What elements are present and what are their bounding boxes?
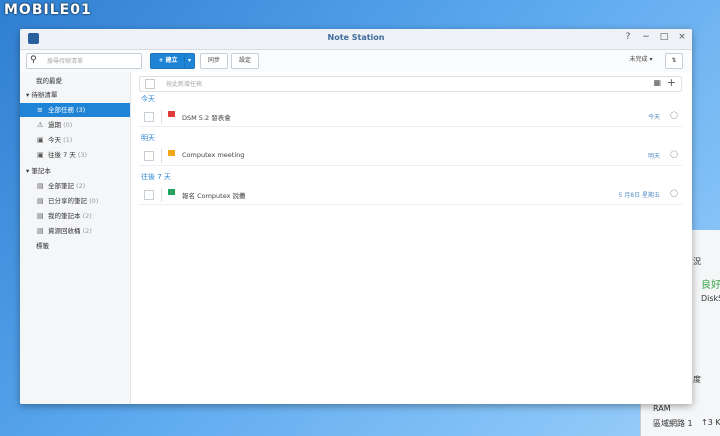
help-icon[interactable]: ?	[622, 32, 634, 42]
flag-icon	[168, 189, 175, 195]
warning-icon: ⚠	[37, 121, 44, 129]
sidebar-item-today[interactable]: ▣ 今天 (1)	[20, 133, 130, 147]
section-today: 今天	[141, 95, 155, 103]
flag-icon	[168, 111, 175, 117]
bg-panel-cpu: 度	[693, 375, 701, 384]
task-title: Computex meeting	[182, 151, 245, 159]
minimize-icon[interactable]: −	[640, 32, 652, 42]
add-icon[interactable]: +	[667, 76, 676, 89]
new-dropdown-button[interactable]: ▾	[184, 53, 195, 69]
alarm-icon[interactable]: ◯	[670, 150, 678, 158]
search-placeholder: 搜尋待辦清單	[47, 58, 84, 65]
calendar-icon: ▣	[37, 136, 44, 144]
task-list-panel: 按此新增任務 ▦ + 今天 DSM 5.2 發表會 今天 ◯ 明天 Comput…	[131, 72, 692, 404]
task-due: 5 月8日 星期五	[618, 192, 660, 199]
task-checkbox[interactable]	[144, 112, 154, 122]
task-row[interactable]: DSM 5.2 發表會 今天 ◯	[139, 108, 682, 127]
list-icon: ≡	[37, 106, 43, 114]
sidebar-item-my-notebooks[interactable]: ▤ 我的筆記本 (2)	[20, 209, 130, 223]
task-title: DSM 5.2 發表會	[182, 114, 231, 122]
sidebar-todo-header[interactable]: ▾ 待辦清單	[20, 88, 130, 102]
title-bar: Note Station ? − □ ×	[20, 29, 692, 50]
search-field[interactable]: ⚲ 搜尋待辦清單	[26, 53, 142, 69]
section-tomorrow: 明天	[141, 134, 155, 142]
maximize-icon[interactable]: □	[658, 32, 670, 42]
notes-icon: ▤	[37, 182, 44, 190]
task-checkbox[interactable]	[144, 190, 154, 200]
close-icon[interactable]: ×	[676, 32, 688, 42]
quick-add-placeholder: 按此新增任務	[166, 81, 203, 88]
alarm-icon[interactable]: ◯	[670, 111, 678, 119]
task-checkbox[interactable]	[144, 151, 154, 161]
section-next-7-days: 往後 7 天	[141, 173, 171, 181]
filter-dropdown[interactable]: 未完成 ▾	[624, 53, 658, 67]
sidebar-item-all-tasks[interactable]: ≡ 全部任務 (3)	[20, 103, 130, 117]
sync-button[interactable]: 同步	[200, 53, 228, 69]
quick-add-checkbox	[145, 79, 155, 89]
bg-panel-net: 區域網路 1	[653, 419, 693, 428]
sidebar-item-recycle-bin[interactable]: ▤ 資源回收桶 (2)	[20, 224, 130, 238]
window-title: Note Station	[327, 33, 385, 42]
bg-panel-sub: DiskS	[701, 294, 720, 303]
sidebar-item-next-7-days[interactable]: ▣ 往後 7 天 (3)	[20, 148, 130, 162]
bg-panel-speed: ↑3 K	[701, 418, 720, 427]
bg-panel-title: 況	[693, 257, 701, 266]
search-icon: ⚲	[30, 55, 37, 65]
sidebar-item-shared-notes[interactable]: ▤ 已分享的筆記 (0)	[20, 194, 130, 208]
keyboard-icon[interactable]: ▦	[653, 78, 661, 87]
notebook-icon: ▤	[37, 212, 44, 220]
bg-panel-status: 良好	[701, 280, 720, 291]
settings-button[interactable]: 設定	[231, 53, 259, 69]
toolbar: ⚲ 搜尋待辦清單 + 建立 ▾ 同步 設定 未完成 ▾ ⇅	[20, 50, 692, 73]
new-button[interactable]: + 建立	[150, 53, 186, 69]
sidebar: 我的最愛 ▾ 待辦清單 ≡ 全部任務 (3) ⚠ 過期 (0) ▣ 今天 (1)…	[20, 72, 131, 404]
watermark: MOBILE01	[4, 2, 92, 18]
flag-icon	[168, 150, 175, 156]
shared-icon: ▤	[37, 197, 44, 205]
alarm-icon[interactable]: ◯	[670, 189, 678, 197]
bg-panel-ram: RAM	[653, 404, 671, 413]
sidebar-item-overdue[interactable]: ⚠ 過期 (0)	[20, 118, 130, 132]
sidebar-notebook-header[interactable]: ▾ 筆記本	[20, 164, 130, 178]
note-station-window: Note Station ? − □ × ⚲ 搜尋待辦清單 + 建立 ▾ 同步 …	[20, 29, 692, 404]
quick-add-task[interactable]: 按此新增任務 ▦ +	[139, 76, 682, 92]
sidebar-item-tags[interactable]: 標籤	[20, 239, 130, 253]
task-row[interactable]: 報名 Computex 說攤 5 月8日 星期五 ◯	[139, 186, 682, 205]
task-due: 明天	[647, 153, 660, 160]
task-title: 報名 Computex 說攤	[182, 192, 246, 200]
task-row[interactable]: Computex meeting 明天 ◯	[139, 147, 682, 166]
sidebar-favorites[interactable]: 我的最愛	[20, 74, 130, 88]
trash-icon: ▤	[37, 227, 44, 235]
sort-icon[interactable]: ⇅	[665, 53, 683, 69]
calendar-week-icon: ▣	[37, 151, 44, 159]
task-due: 今天	[647, 114, 660, 121]
sidebar-item-all-notes[interactable]: ▤ 全部筆記 (2)	[20, 179, 130, 193]
